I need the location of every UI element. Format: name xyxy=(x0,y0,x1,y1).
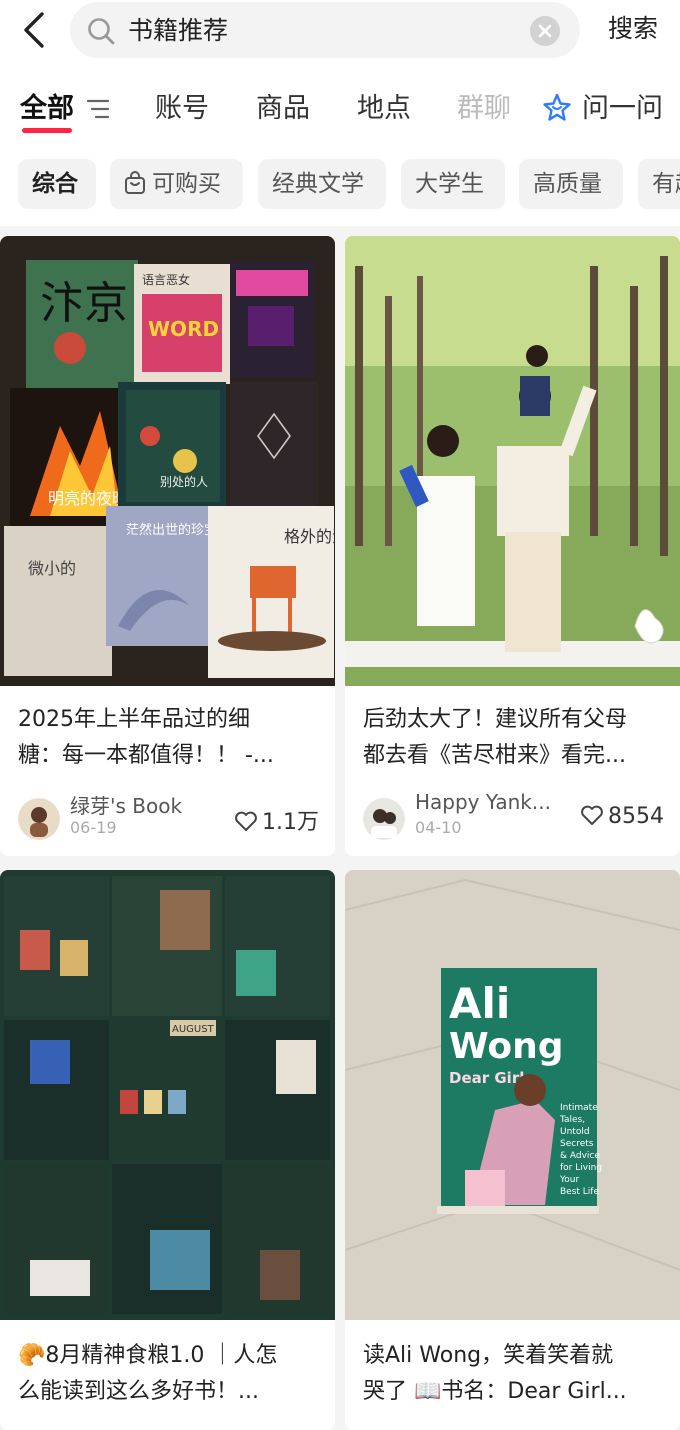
shopping-bag-icon xyxy=(125,170,145,194)
active-tab-indicator xyxy=(22,128,72,133)
search-button[interactable]: 搜索 xyxy=(608,14,658,44)
category-tabs: 全部 账号 商品 地点 群聊 问一问 xyxy=(0,72,680,144)
card-title-line: 都去看《苦尽柑来》看完... xyxy=(363,743,626,768)
chip-purchasable-label: 可购买 xyxy=(152,171,221,197)
book-tagline: Untold xyxy=(560,1127,590,1137)
tab-groups[interactable]: 群聊 xyxy=(457,92,511,126)
book-tagline: Intimate xyxy=(560,1103,598,1113)
book-title-bright-nights: 明亮的夜晚 xyxy=(48,489,128,508)
author-name: 绿芽's Book xyxy=(70,794,183,818)
book-tagline: Best Life xyxy=(560,1187,599,1197)
ask-star-icon xyxy=(543,93,571,121)
family-forest-photo xyxy=(345,236,680,686)
book-tagline: Tales, xyxy=(559,1115,585,1125)
chip-interesting[interactable]: 有趣 xyxy=(638,159,680,209)
filter-chips: 综合 可购买 经典文学 大学生 高质量 有趣 xyxy=(0,144,680,226)
like-count-value: 1.1万 xyxy=(262,810,319,835)
note-card[interactable]: 汴京 语言恶女 WORD 明亮的夜晚 别处的人 微小的 茫然出世的珍宝 格外的活… xyxy=(0,236,335,856)
top-bar: 书籍推荐 搜索 xyxy=(0,0,680,72)
post-date: 04-10 xyxy=(415,818,462,837)
tab-all[interactable]: 全部 xyxy=(20,92,74,126)
back-button[interactable] xyxy=(16,10,56,50)
heart-icon xyxy=(235,811,257,831)
close-icon xyxy=(538,24,552,38)
chip-comprehensive[interactable]: 综合 xyxy=(18,159,96,209)
card-title-line: 后劲太大了！建议所有父母 xyxy=(363,707,628,732)
card-title-line: 糖：每一本都值得！！ -... xyxy=(18,743,274,768)
card-title: 后劲太大了！建议所有父母 都去看《苦尽柑来》看完... xyxy=(363,702,663,774)
book-title-tiny: 微小的 xyxy=(28,559,76,578)
card-title-line: 哭了 📖书名：Dear Girl... xyxy=(363,1379,627,1404)
back-arrow-icon xyxy=(24,12,44,48)
card-title-line: 读Ali Wong，笑着笑着就 xyxy=(363,1343,614,1368)
tab-products[interactable]: 商品 xyxy=(256,92,310,126)
note-card[interactable]: 后劲太大了！建议所有父母 都去看《苦尽柑来》看完... Happy Yank...… xyxy=(345,236,680,856)
author-name: Happy Yank... xyxy=(415,790,551,814)
book-title-language: 语言恶女 xyxy=(142,272,190,287)
card-title: 🥐8月精神食粮1.0 ｜人怎 么能读到这么多好书！... xyxy=(18,1338,318,1410)
tab-places[interactable]: 地点 xyxy=(357,92,411,126)
book-title-bianjing: 汴京 xyxy=(40,278,128,329)
search-icon xyxy=(88,18,115,45)
filter-icon[interactable] xyxy=(86,98,110,120)
heart-icon xyxy=(581,805,603,825)
card-title-line: 2025年上半年品过的细 xyxy=(18,707,250,732)
avatar xyxy=(18,798,60,840)
book-title-extra-life: 格外的活法 xyxy=(284,527,335,546)
card-title-line: 么能读到这么多好书！... xyxy=(18,1379,259,1404)
tab-ask[interactable]: 问一问 xyxy=(582,92,663,126)
books-flatlay-image: 汴京 语言恶女 WORD 明亮的夜晚 别处的人 微小的 茫然出世的珍宝 格外的活… xyxy=(0,236,335,686)
book-tagline: Your xyxy=(559,1175,580,1185)
chip-classic-literature[interactable]: 经典文学 xyxy=(258,159,386,209)
post-date: 06-19 xyxy=(70,818,117,837)
book-brand-ali: Ali xyxy=(449,979,510,1028)
chip-college-students[interactable]: 大学生 xyxy=(401,159,505,209)
collage-badge: AUGUST xyxy=(172,1024,215,1035)
book-tagline: & Advice xyxy=(560,1151,600,1161)
reading-collage-image: AUGUST xyxy=(0,870,335,1320)
chip-high-quality[interactable]: 高质量 xyxy=(519,159,623,209)
chip-purchasable[interactable]: 可购买 xyxy=(110,159,243,209)
book-title-treasure: 茫然出世的珍宝 xyxy=(126,522,217,538)
card-title-line: 🥐8月精神食粮1.0 ｜人怎 xyxy=(18,1343,278,1368)
avatar-image xyxy=(363,798,405,840)
search-input[interactable]: 书籍推荐 xyxy=(128,16,228,46)
avatar xyxy=(363,798,405,840)
like-count[interactable]: 8554 xyxy=(580,804,664,829)
search-box[interactable]: 书籍推荐 xyxy=(70,2,580,58)
book-title-elsewhere: 别处的人 xyxy=(160,474,208,489)
card-title: 2025年上半年品过的细 糖：每一本都值得！！ -... xyxy=(18,702,318,774)
book-tagline: for Living xyxy=(560,1163,602,1173)
svg-text:WORD: WORD xyxy=(148,317,219,341)
like-count[interactable]: 1.1万 xyxy=(234,804,319,836)
note-card[interactable]: AUGUST 🥐8月精神食粮1.0 ｜人怎 么能读到这么多好书！... xyxy=(0,870,335,1430)
ali-wong-book-photo: Ali Wong Dear Girls Intimate Tales, Unto… xyxy=(345,870,680,1320)
book-brand-wong: Wong xyxy=(449,1026,564,1067)
tab-accounts[interactable]: 账号 xyxy=(155,92,209,126)
note-card[interactable]: Ali Wong Dear Girls Intimate Tales, Unto… xyxy=(345,870,680,1430)
clear-search-button[interactable] xyxy=(530,16,560,46)
book-tagline: Secrets xyxy=(560,1139,594,1149)
avatar-image xyxy=(18,798,60,840)
card-title: 读Ali Wong，笑着笑着就 哭了 📖书名：Dear Girl... xyxy=(363,1338,663,1410)
like-count-value: 8554 xyxy=(608,804,664,829)
